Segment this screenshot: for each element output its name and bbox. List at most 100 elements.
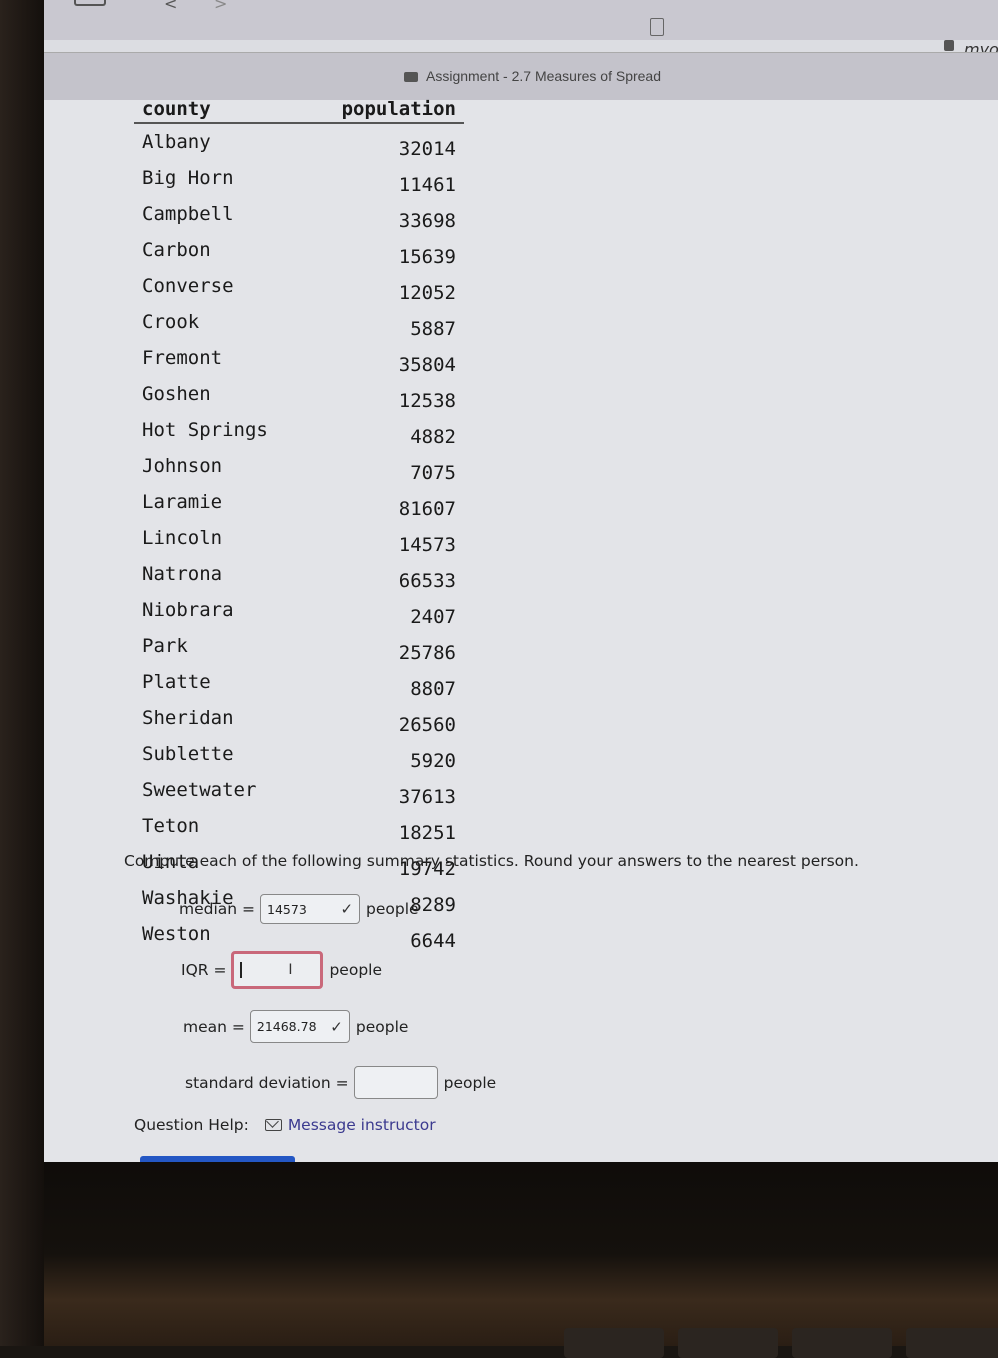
- iqr-input[interactable]: I: [231, 951, 324, 989]
- median-label: median =: [179, 900, 256, 918]
- county-cell: Park: [142, 634, 188, 657]
- table-row: Park 25786: [134, 628, 464, 665]
- key: [906, 1328, 998, 1358]
- population-cell: 5887: [410, 318, 456, 340]
- table-row: Lincoln 14573: [134, 520, 464, 557]
- laptop-body: [44, 1162, 998, 1358]
- population-cell: 18251: [398, 822, 456, 844]
- county-cell: Sweetwater: [142, 778, 257, 801]
- county-cell: Niobrara: [142, 598, 234, 621]
- iqr-unit: people: [329, 961, 383, 979]
- table-row: Converse 12052: [134, 268, 464, 305]
- browser-toolbar: < > myo: [44, 0, 998, 59]
- county-cell: Natrona: [142, 562, 223, 585]
- checkmark-icon: ✓: [340, 900, 354, 918]
- envelope-icon: [264, 1119, 282, 1131]
- population-cell: 12538: [398, 390, 456, 412]
- county-cell: Converse: [142, 274, 234, 297]
- county-cell: Teton: [142, 814, 200, 837]
- population-cell: 32014: [398, 138, 456, 160]
- population-cell: 25786: [398, 642, 456, 664]
- county-cell: Laramie: [142, 490, 223, 513]
- table-row: Campbell 33698: [134, 196, 464, 233]
- page-content: county population Albany 32014 Big Horn 114…: [44, 92, 998, 1162]
- keyboard: [564, 1328, 998, 1358]
- table-body: Albany 32014 Big Horn 11461 Campbell 33698 Car…: [134, 123, 464, 953]
- table-row: Goshen 12538: [134, 376, 464, 413]
- population-cell: 8807: [410, 678, 456, 700]
- county-cell: Fremont: [142, 346, 223, 369]
- county-cell: Lincoln: [142, 526, 223, 549]
- back-icon[interactable]: <: [164, 0, 177, 13]
- key: [792, 1328, 892, 1358]
- table-header-row: county population: [134, 92, 464, 124]
- lock-icon: [944, 40, 954, 51]
- median-row: median = 14573 ✓ people: [179, 894, 419, 924]
- table-row: Big Horn 11461: [134, 160, 464, 197]
- table-row: Crook 5887: [134, 304, 464, 341]
- help-label: Question Help:: [134, 1116, 249, 1134]
- table-row: Natrona 66533: [134, 556, 464, 593]
- median-input[interactable]: 14573 ✓: [260, 894, 361, 924]
- county-header: county: [134, 92, 306, 124]
- county-cell: Albany: [142, 130, 211, 153]
- population-cell: 4882: [410, 426, 456, 448]
- std-row: standard deviation = people: [185, 1066, 496, 1099]
- mean-row: mean = 21468.78 ✓ people: [183, 1010, 408, 1043]
- active-tab[interactable]: Assignment - 2.7 Measures of Spread: [404, 68, 661, 84]
- county-cell: Goshen: [142, 382, 211, 405]
- county-cell: Crook: [142, 310, 200, 333]
- median-value: 14573: [267, 901, 307, 917]
- population-cell: 2407: [410, 606, 456, 628]
- population-cell: 33698: [398, 210, 456, 232]
- table-row: Laramie 81607: [134, 484, 464, 521]
- tab-title: Assignment - 2.7 Measures of Spread: [426, 68, 662, 84]
- ibeam-cursor-icon: I: [288, 962, 293, 978]
- population-table: county population Albany 32014 Big Horn 114…: [134, 92, 464, 952]
- population-cell: 14573: [398, 534, 456, 556]
- table-row: Sheridan 26560: [134, 700, 464, 737]
- question-prompt: Compute each of the following summary st…: [124, 852, 859, 870]
- reader-icon[interactable]: [650, 18, 664, 36]
- population-header: population: [305, 92, 464, 124]
- table-row: Carbon 15639: [134, 232, 464, 269]
- std-label: standard deviation =: [185, 1073, 349, 1092]
- county-cell: Hot Springs: [142, 418, 268, 441]
- county-cell: Big Horn: [142, 166, 234, 189]
- mean-value: 21468.78: [256, 1019, 317, 1034]
- county-cell: Platte: [142, 670, 211, 693]
- key: [564, 1328, 664, 1358]
- message-instructor-link[interactable]: Message instructor: [288, 1116, 436, 1134]
- mean-unit: people: [355, 1017, 409, 1036]
- tab-favicon-icon: [404, 72, 418, 83]
- table-row: Hot Springs 4882: [134, 412, 464, 449]
- browser-window: < > myo Assignment - 2.7 Measures of Spr…: [44, 0, 998, 1162]
- table-row: Sweetwater 37613: [134, 772, 464, 809]
- forward-icon[interactable]: >: [214, 0, 227, 13]
- std-unit: people: [443, 1073, 497, 1092]
- population-cell: 81607: [398, 498, 456, 520]
- median-unit: people: [366, 900, 419, 918]
- population-cell: 26560: [398, 714, 456, 736]
- county-cell: Carbon: [142, 238, 211, 261]
- table-row: Niobrara 2407: [134, 592, 464, 629]
- checkmark-icon: ✓: [330, 1017, 343, 1036]
- table-row: Johnson 7075: [134, 448, 464, 485]
- county-cell: Sheridan: [142, 706, 234, 729]
- mean-input[interactable]: 21468.78 ✓: [249, 1010, 350, 1043]
- county-cell: Sublette: [142, 742, 234, 765]
- iqr-label: IQR =: [181, 961, 227, 979]
- table-row: Teton 18251: [134, 808, 464, 845]
- laptop-bezel: [0, 0, 48, 1346]
- iqr-row: IQR = I people: [181, 951, 382, 989]
- text-caret: [240, 962, 243, 978]
- population-cell: 7075: [410, 462, 456, 484]
- table-row: Platte 8807: [134, 664, 464, 701]
- population-cell: 15639: [398, 246, 456, 268]
- question-help: Question Help: Message instructor: [134, 1116, 436, 1134]
- std-input[interactable]: [353, 1066, 438, 1099]
- table-row: Sublette 5920: [134, 736, 464, 773]
- population-cell: 11461: [398, 174, 456, 196]
- county-cell: Johnson: [142, 454, 223, 477]
- sidebar-toggle-icon[interactable]: [74, 0, 106, 6]
